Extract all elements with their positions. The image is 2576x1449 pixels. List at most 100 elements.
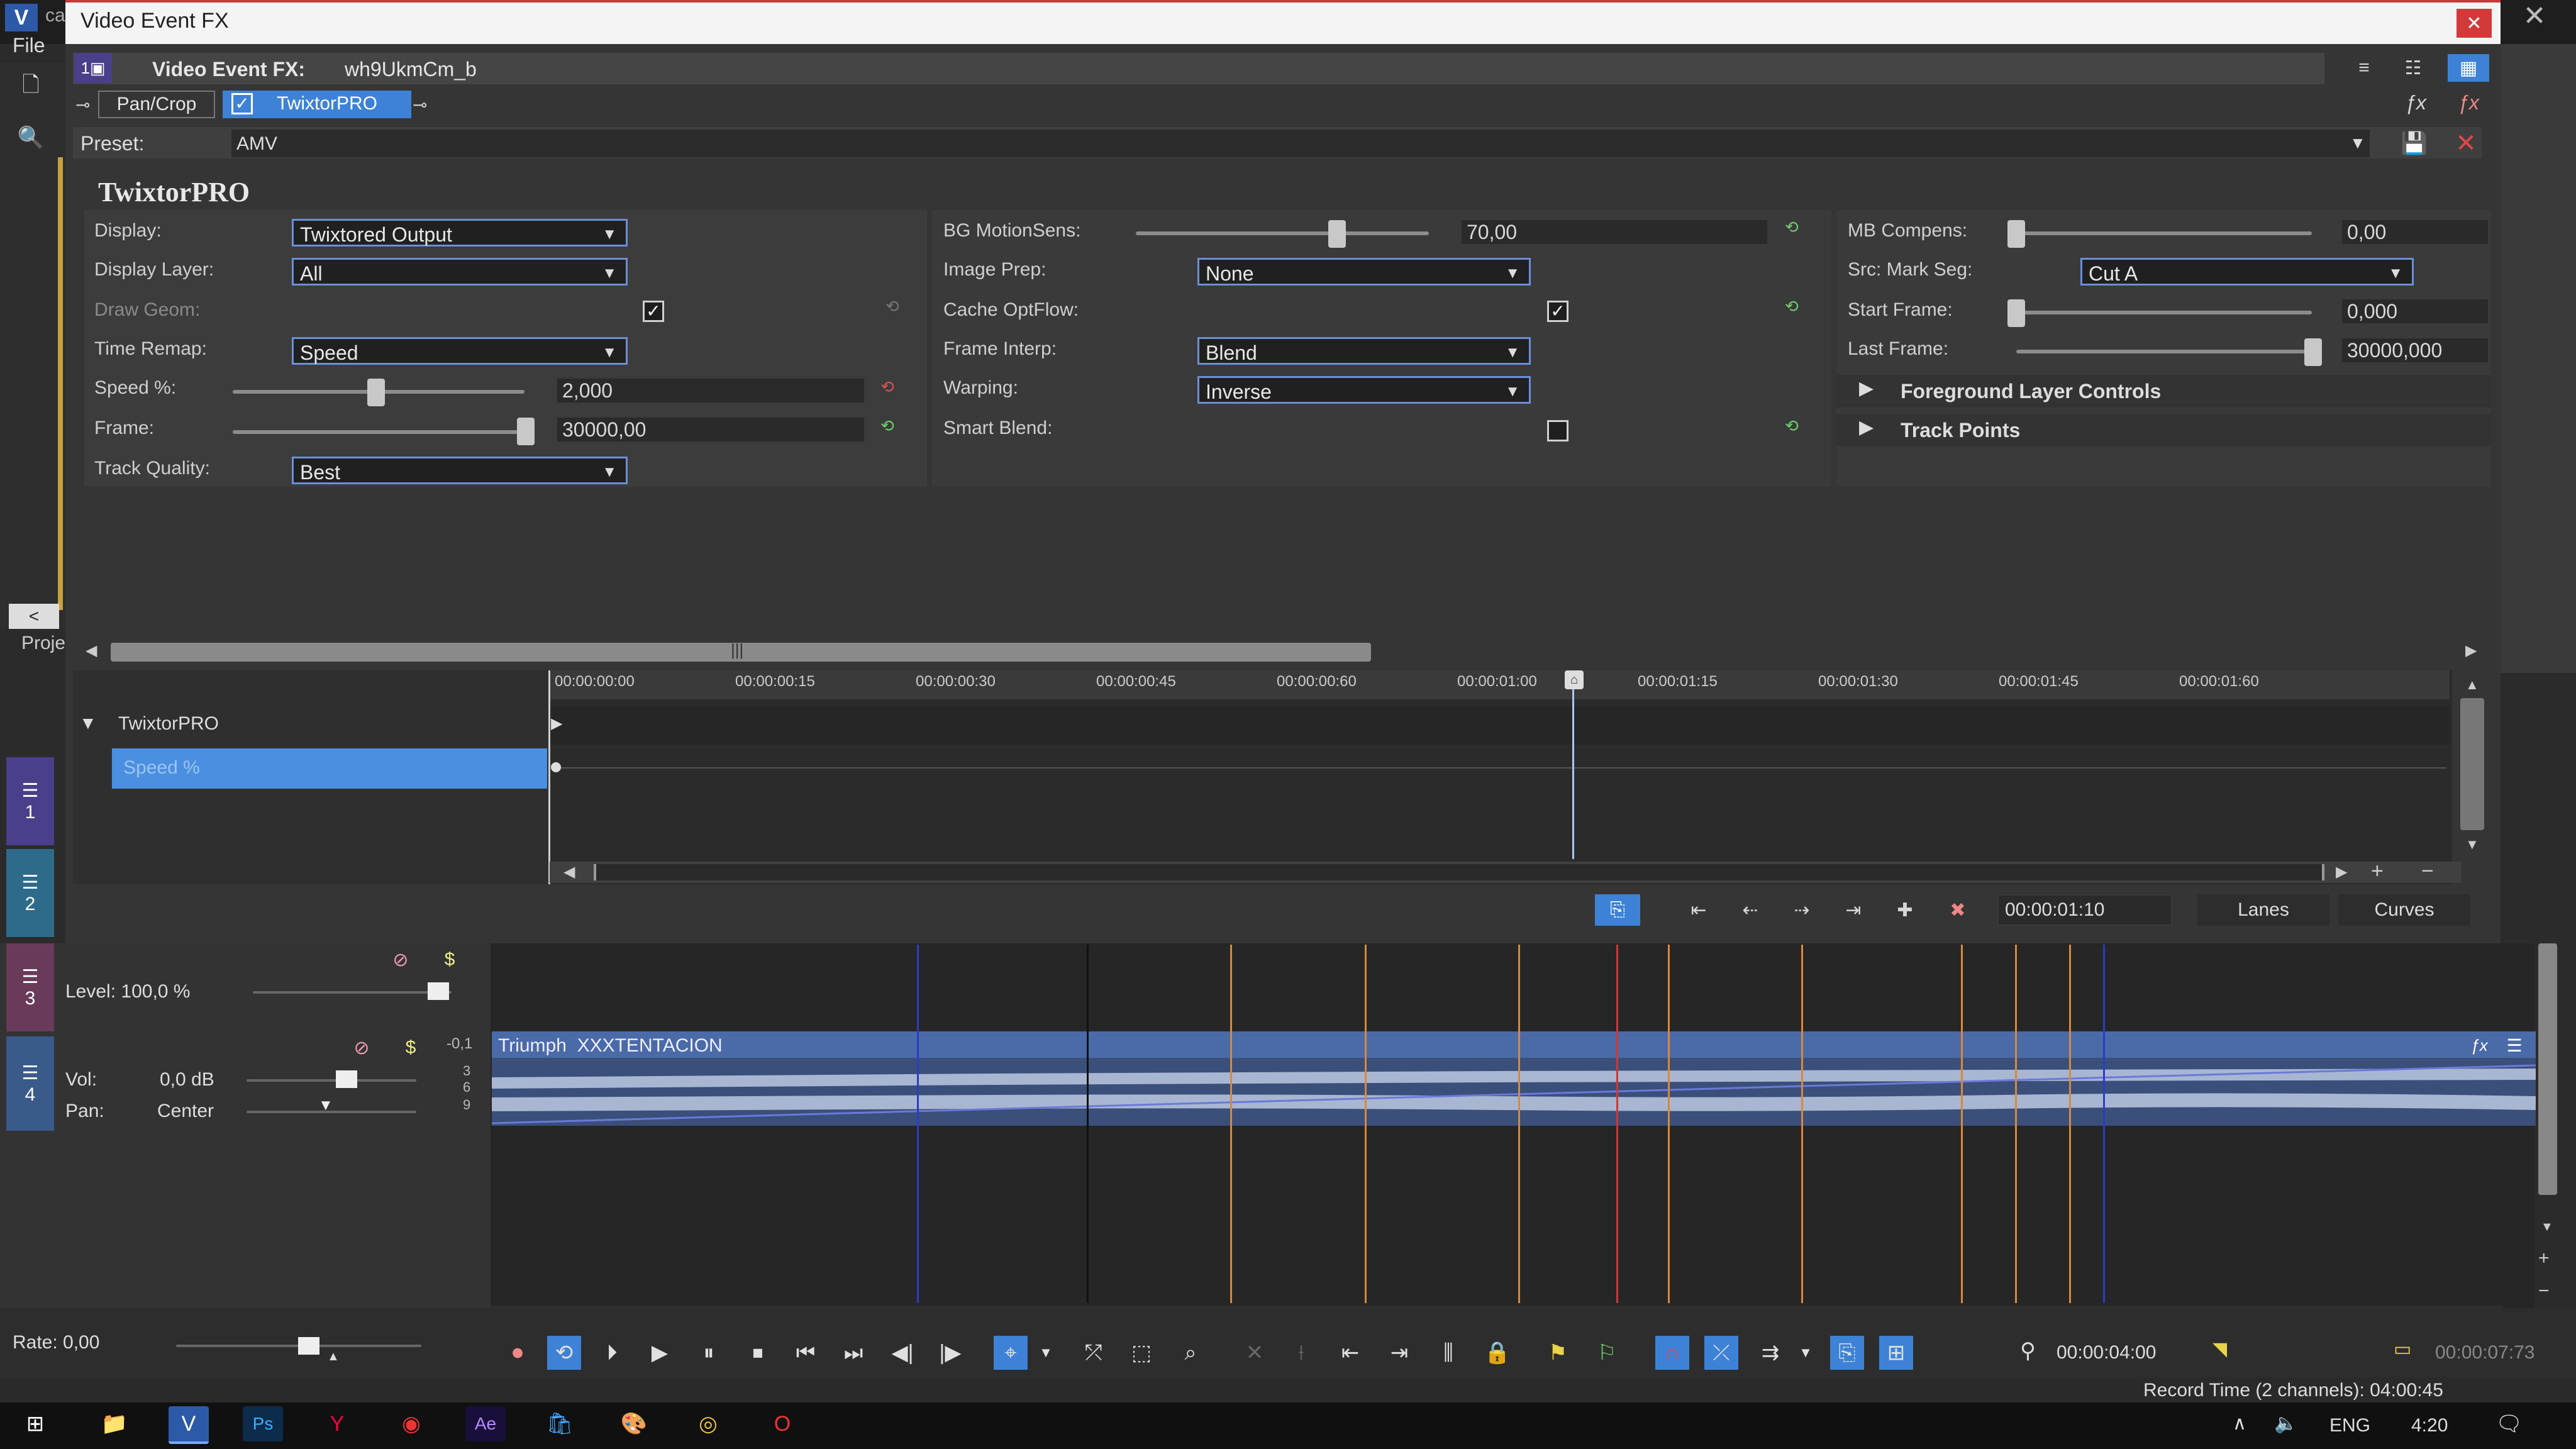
draw-geom-checkbox[interactable]: ✓ bbox=[643, 301, 664, 322]
mb-compens-slider-thumb[interactable] bbox=[2007, 220, 2025, 248]
sync-cursor-icon[interactable]: ⎘ bbox=[1595, 894, 1640, 926]
trim-end-button[interactable]: ⇥ bbox=[1382, 1336, 1416, 1370]
keyframe-marker-icon[interactable]: ▶ bbox=[551, 714, 562, 733]
add-keyframe-icon[interactable]: ✚ bbox=[1889, 894, 1921, 926]
delete-preset-icon[interactable]: ✕ bbox=[2450, 130, 2482, 157]
lanes-button[interactable]: Lanes bbox=[2197, 894, 2329, 926]
cache-optflow-checkbox[interactable]: ✓ bbox=[1547, 301, 1568, 322]
tree-root-label[interactable]: TwixtorPRO bbox=[118, 713, 219, 735]
params-scroll-right-icon[interactable]: ▶ bbox=[2465, 641, 2477, 660]
kf-zoom-in-icon[interactable]: + bbox=[2371, 859, 2384, 884]
last-keyframe-icon[interactable]: ⇥ bbox=[1838, 894, 1869, 926]
timeline-vscroll[interactable] bbox=[2538, 943, 2557, 1195]
start-frame-input[interactable]: 0,000 bbox=[2341, 298, 2489, 325]
last-frame-slider-track[interactable] bbox=[2016, 350, 2312, 353]
frame-interp-dropdown[interactable]: Blend ▼ bbox=[1197, 337, 1531, 365]
list-view-icon[interactable]: ≡ bbox=[2350, 54, 2379, 82]
zoom-icon[interactable]: 🔍 bbox=[16, 123, 45, 152]
kf-hscroll-thumb[interactable] bbox=[594, 864, 2324, 880]
level-slider-thumb[interactable] bbox=[428, 982, 449, 1000]
track-quality-dropdown[interactable]: Best ▼ bbox=[292, 457, 628, 484]
chrome-icon[interactable]: ◎ bbox=[688, 1406, 728, 1441]
windows-start-icon[interactable]: ⊞ bbox=[15, 1406, 55, 1441]
new-file-icon[interactable]: 🗋 bbox=[16, 73, 45, 102]
bg-motionsens-slider-thumb[interactable] bbox=[1328, 220, 1346, 248]
image-prep-dropdown[interactable]: None ▼ bbox=[1197, 258, 1531, 286]
yandex-browser-icon[interactable]: Y bbox=[317, 1406, 357, 1441]
photoshop-icon[interactable]: Ps bbox=[243, 1406, 283, 1441]
warping-dropdown[interactable]: Inverse ▼ bbox=[1197, 376, 1531, 404]
level-slider-track[interactable] bbox=[253, 991, 452, 994]
insert-marker-button[interactable]: ⚑ bbox=[1541, 1336, 1575, 1370]
go-to-start-button[interactable]: ⏮ bbox=[789, 1336, 823, 1370]
cache-optflow-keyframe-icon[interactable]: ⟲ bbox=[1785, 297, 1805, 317]
vscroll-up-icon[interactable]: ▲ bbox=[2465, 677, 2479, 693]
menu-file[interactable]: File bbox=[13, 34, 45, 57]
envelope-tool-button[interactable]: ⤱ bbox=[1077, 1336, 1111, 1370]
vol-slider-track[interactable] bbox=[247, 1079, 416, 1082]
project-tab[interactable]: Proje bbox=[21, 633, 65, 654]
zoom-tool-button[interactable]: ⌕ bbox=[1174, 1336, 1208, 1370]
track-3-solo-icon[interactable]: $ bbox=[434, 946, 465, 974]
last-frame-input[interactable]: 30000,000 bbox=[2341, 337, 2489, 364]
keyframe-cursor-handle-icon[interactable]: ⌂ bbox=[1565, 670, 1584, 689]
next-frame-button[interactable]: |▶ bbox=[933, 1336, 967, 1370]
expand-triangle-icon[interactable]: ▶ bbox=[1859, 416, 1874, 438]
paint-icon[interactable]: 🎨 bbox=[614, 1406, 654, 1441]
edit-tool-dropdown-icon[interactable]: ▼ bbox=[1036, 1336, 1055, 1370]
fx-plugin-chooser-icon[interactable]: ƒx bbox=[2400, 88, 2431, 117]
detail-view-icon[interactable]: ☷ bbox=[2399, 54, 2428, 82]
tray-chevron-up-icon[interactable]: ∧ bbox=[2233, 1413, 2246, 1435]
language-indicator[interactable]: ENG bbox=[2329, 1415, 2370, 1436]
rate-slider-thumb[interactable] bbox=[298, 1337, 319, 1355]
file-explorer-icon[interactable]: 📁 bbox=[94, 1406, 135, 1441]
collapse-left-icon[interactable]: < bbox=[9, 604, 59, 629]
track-4-tab[interactable]: ☰ 4 bbox=[6, 1036, 54, 1131]
insert-region-button[interactable]: ⚐ bbox=[1590, 1336, 1624, 1370]
vegas-taskbar-icon[interactable]: V bbox=[169, 1406, 209, 1444]
frame-slider-track[interactable] bbox=[233, 430, 525, 434]
selection-tool-button[interactable]: ⬚ bbox=[1124, 1336, 1158, 1370]
last-frame-slider-thumb[interactable] bbox=[2304, 338, 2322, 366]
first-keyframe-icon[interactable]: ⇤ bbox=[1683, 894, 1714, 926]
bg-motionsens-keyframe-icon[interactable]: ⟲ bbox=[1785, 218, 1805, 238]
timeline-vscroll-down-icon[interactable]: ▼ bbox=[2541, 1220, 2553, 1235]
delete-button[interactable]: ✕ bbox=[1238, 1336, 1272, 1370]
bg-motionsens-slider-track[interactable] bbox=[1136, 231, 1429, 235]
end-time[interactable]: 00:00:07:73 bbox=[2435, 1342, 2534, 1363]
mb-compens-slider-track[interactable] bbox=[2016, 231, 2312, 235]
speed-keyframe-icon[interactable]: ⟲ bbox=[880, 377, 901, 397]
display-dropdown[interactable]: Twixtored Output ▼ bbox=[292, 219, 628, 247]
lock-envelopes-button[interactable]: ⎘ bbox=[1830, 1336, 1864, 1370]
params-scroll-left-icon[interactable]: ◀ bbox=[86, 641, 97, 660]
speed-keyframe-dot[interactable] bbox=[551, 762, 561, 772]
record-button[interactable]: ⏺ bbox=[501, 1336, 535, 1370]
track-4-mute-icon[interactable]: ⊘ bbox=[346, 1034, 377, 1062]
display-layer-dropdown[interactable]: All ▼ bbox=[292, 258, 628, 286]
track-3-tab[interactable]: ☰ 3 bbox=[6, 943, 54, 1031]
play-from-start-button[interactable]: ⏵ bbox=[595, 1336, 629, 1370]
src-mark-seg-dropdown[interactable]: Cut A ▼ bbox=[2080, 258, 2414, 286]
store-icon[interactable]: 🛍 bbox=[540, 1406, 580, 1441]
frame-slider-thumb[interactable] bbox=[517, 418, 535, 445]
loop-playback-button[interactable]: ⟲ bbox=[547, 1336, 581, 1370]
pause-button[interactable]: ⏸ bbox=[692, 1336, 726, 1370]
vol-slider-thumb[interactable] bbox=[336, 1070, 357, 1088]
fx-remove-icon[interactable]: ƒx bbox=[2453, 88, 2484, 117]
volume-icon[interactable]: 🔈 bbox=[2274, 1413, 2297, 1435]
timeline-zoom-minus-icon[interactable]: − bbox=[2538, 1280, 2550, 1302]
recorder-icon[interactable]: ◉ bbox=[391, 1406, 431, 1441]
track-4-solo-icon[interactable]: $ bbox=[395, 1034, 426, 1062]
start-frame-slider-thumb[interactable] bbox=[2007, 299, 2025, 327]
clip-fx-icon[interactable]: ƒx bbox=[2465, 1034, 2493, 1057]
smart-blend-keyframe-icon[interactable]: ⟲ bbox=[1785, 416, 1805, 436]
track-3-mute-icon[interactable]: ⊘ bbox=[385, 946, 416, 974]
next-keyframe-icon[interactable]: ⇢ bbox=[1786, 894, 1818, 926]
frame-keyframe-icon[interactable]: ⟲ bbox=[880, 416, 901, 436]
opera-icon[interactable]: O bbox=[762, 1406, 802, 1441]
expand-triangle-icon[interactable]: ▶ bbox=[1859, 377, 1874, 399]
pan-slider-thumb-icon[interactable]: ▼ bbox=[318, 1097, 333, 1114]
grid-view-icon[interactable]: ▦ bbox=[2448, 54, 2489, 82]
kf-hscroll-right-icon[interactable]: ▶ bbox=[2336, 863, 2347, 881]
save-preset-icon[interactable]: 💾 bbox=[2399, 130, 2430, 157]
